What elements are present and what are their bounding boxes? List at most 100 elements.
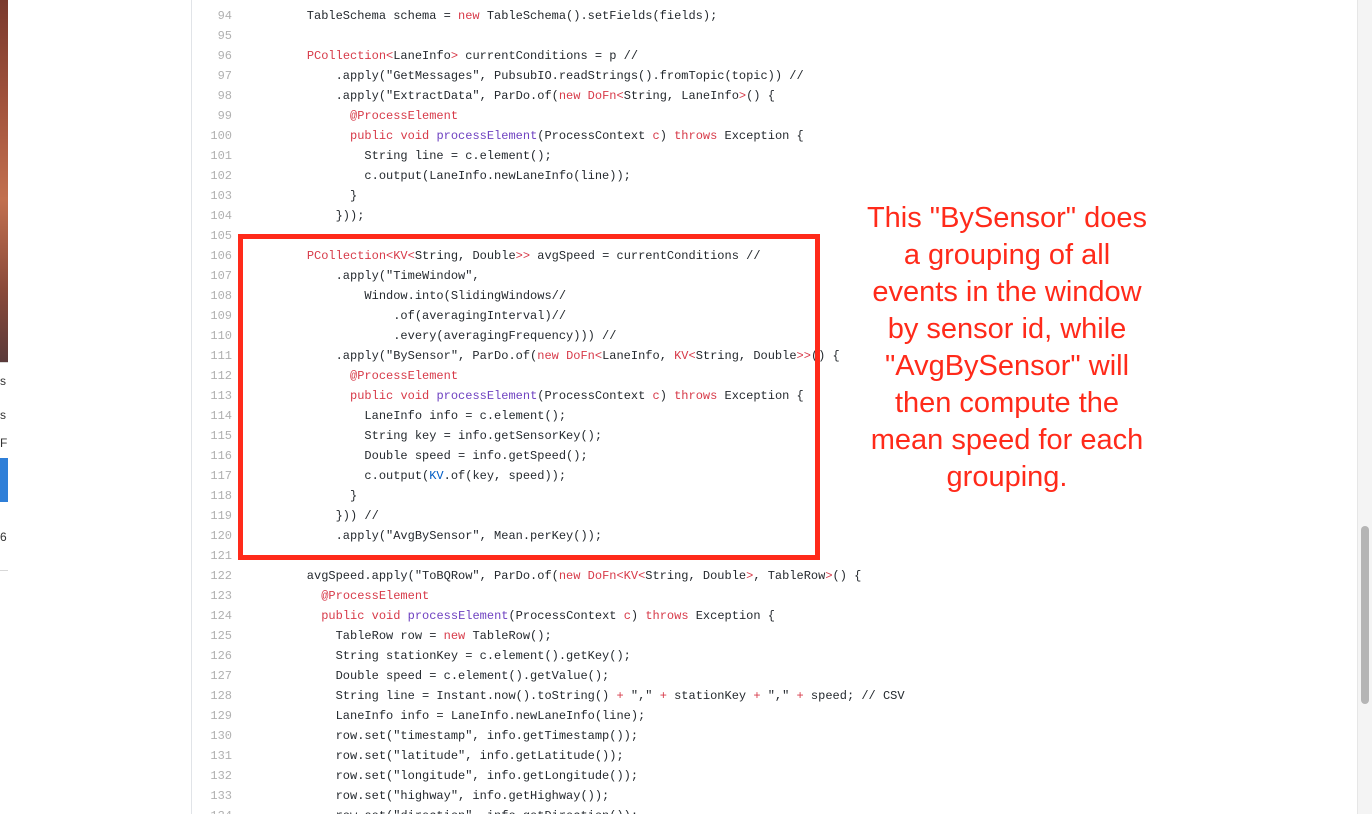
- code-token: () {: [746, 89, 775, 103]
- code-text: .apply("ExtractData", ParDo.of(new DoFn<…: [278, 86, 775, 106]
- scroll-thumb[interactable]: [1361, 526, 1369, 704]
- code-text: @ProcessElement: [278, 586, 429, 606]
- line-number: 122: [210, 569, 232, 583]
- background-text: s: [0, 408, 6, 422]
- line-number: 131: [210, 749, 232, 763]
- divider: [0, 570, 8, 571]
- line-number: 108: [210, 289, 232, 303]
- code-line: 124 public void processElement(ProcessCo…: [192, 606, 1171, 626]
- code-token: >: [450, 49, 459, 63]
- code-token: ): [659, 129, 675, 143]
- code-token: +: [753, 689, 761, 703]
- line-number: 115: [210, 429, 232, 443]
- vertical-scrollbar[interactable]: [1357, 0, 1372, 814]
- annotation-text: This "BySensor" does a grouping of all e…: [866, 202, 1148, 493]
- code-token: TableRow row =: [278, 629, 444, 643]
- line-number: 94: [217, 9, 232, 23]
- highlight-box: [238, 234, 820, 560]
- desktop-wallpaper: [0, 0, 8, 362]
- line-number: 113: [210, 389, 232, 403]
- code-token: Double speed = c.element().getValue();: [278, 669, 610, 683]
- code-token: }: [278, 189, 358, 203]
- code-line: 99 @ProcessElement: [192, 106, 1171, 126]
- code-text: row.set("highway", info.getHighway());: [278, 786, 610, 806]
- code-text: LaneInfo info = LaneInfo.newLaneInfo(lin…: [278, 706, 646, 726]
- code-token: Exception {: [688, 609, 775, 623]
- code-token: Exception {: [717, 129, 804, 143]
- code-token: @ProcessElement: [350, 109, 459, 123]
- line-number: 100: [210, 129, 232, 143]
- code-line: 96 PCollection<LaneInfo> currentConditio…: [192, 46, 1171, 66]
- code-token: +: [616, 689, 624, 703]
- code-line: 134 row.set("direction", info.getDirecti…: [192, 806, 1171, 814]
- line-number: 95: [217, 29, 232, 43]
- line-number: 111: [210, 349, 232, 363]
- line-number: 98: [217, 89, 232, 103]
- code-text: }));: [278, 206, 365, 226]
- code-text: TableRow row = new TableRow();: [278, 626, 552, 646]
- code-text: row.set("latitude", info.getLatitude());: [278, 746, 624, 766]
- line-number: 102: [210, 169, 232, 183]
- code-token: avgSpeed.apply("ToBQRow", ParDo.of(: [278, 569, 559, 583]
- line-number: 133: [210, 789, 232, 803]
- line-number: 103: [210, 189, 232, 203]
- code-token: row.set("direction", info.getDirection()…: [278, 809, 638, 814]
- code-token: row.set("highway", info.getHighway());: [278, 789, 610, 803]
- line-number: 129: [210, 709, 232, 723]
- code-line: 128 String line = Instant.now().toString…: [192, 686, 1171, 706]
- background-window: s s F 6: [0, 0, 8, 814]
- code-text: String stationKey = c.element().getKey()…: [278, 646, 631, 666]
- code-token: ",": [623, 689, 660, 703]
- code-token: +: [796, 689, 804, 703]
- code-line: 102 c.output(LaneInfo.newLaneInfo(line))…: [192, 166, 1171, 186]
- code-line: 97 .apply("GetMessages", PubsubIO.readSt…: [192, 66, 1171, 86]
- code-token: ",": [760, 689, 797, 703]
- line-number: 128: [210, 689, 232, 703]
- code-token: throws: [645, 609, 689, 623]
- code-text: row.set("longitude", info.getLongitude()…: [278, 766, 638, 786]
- code-text: row.set("timestamp", info.getTimestamp()…: [278, 726, 638, 746]
- code-token: ): [630, 609, 646, 623]
- code-text: @ProcessElement: [278, 106, 458, 126]
- code-text: }: [278, 186, 357, 206]
- code-token: String, Double: [645, 569, 747, 583]
- code-token: DoFn<: [587, 89, 624, 103]
- code-token: PCollection<: [306, 49, 394, 63]
- code-token: speed; // CSV: [803, 689, 905, 703]
- divider: [0, 362, 8, 363]
- code-token: @ProcessElement: [321, 589, 430, 603]
- code-token: , TableRow: [753, 569, 826, 583]
- code-text: public void processElement(ProcessContex…: [278, 126, 804, 146]
- line-number: 120: [210, 529, 232, 543]
- code-text: .apply("GetMessages", PubsubIO.readStrin…: [278, 66, 804, 86]
- line-number: 96: [217, 49, 232, 63]
- code-token: String line = Instant.now().toString(): [278, 689, 617, 703]
- code-line: 127 Double speed = c.element().getValue(…: [192, 666, 1171, 686]
- line-number: 121: [210, 549, 232, 563]
- line-number: 107: [210, 269, 232, 283]
- code-token: (ProcessContext: [537, 129, 653, 143]
- code-text: c.output(LaneInfo.newLaneInfo(line));: [278, 166, 630, 186]
- line-number: 99: [217, 109, 232, 123]
- code-line: 101 String line = c.element();: [192, 146, 1171, 166]
- line-number: 132: [210, 769, 232, 783]
- code-token: void: [371, 609, 401, 623]
- code-text: String line = c.element();: [278, 146, 551, 166]
- code-line: 95: [192, 26, 1171, 46]
- line-number: 123: [210, 589, 232, 603]
- code-token: new: [443, 629, 466, 643]
- code-token: TableRow();: [465, 629, 552, 643]
- code-line: 100 public void processElement(ProcessCo…: [192, 126, 1171, 146]
- line-number: 101: [210, 149, 232, 163]
- code-text: public void processElement(ProcessContex…: [278, 606, 775, 626]
- code-text: PCollection<LaneInfo> currentConditions …: [278, 46, 638, 66]
- code-token: String stationKey = c.element().getKey()…: [278, 649, 631, 663]
- code-token: LaneInfo info = LaneInfo.newLaneInfo(lin…: [278, 709, 646, 723]
- code-token: () {: [832, 569, 862, 583]
- line-number: 105: [210, 229, 232, 243]
- code-token: .apply("ExtractData", ParDo.of(: [278, 89, 559, 103]
